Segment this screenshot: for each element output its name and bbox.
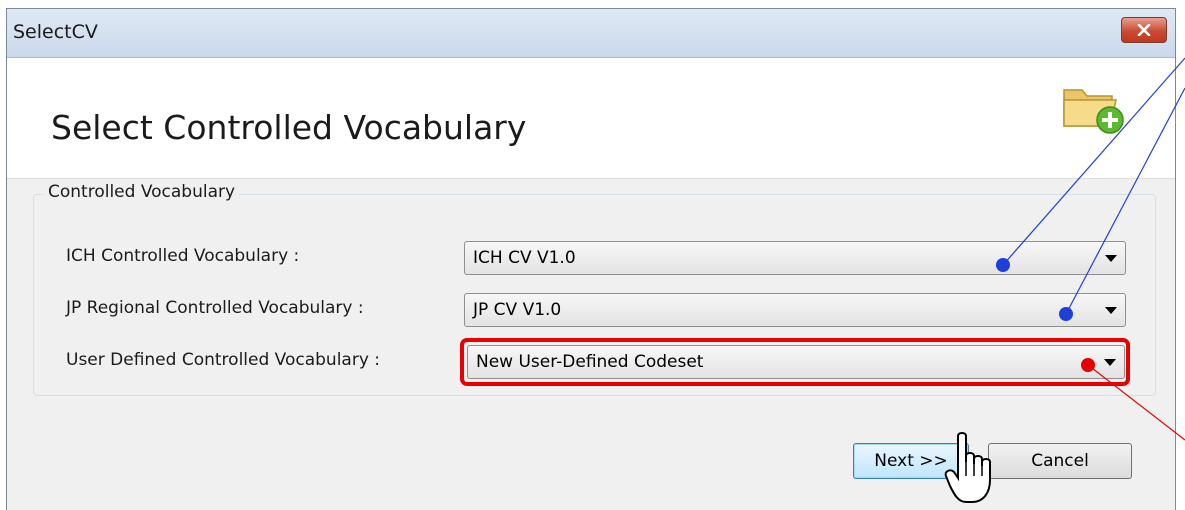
jp-cv-label: JP Regional Controlled Vocabulary :	[66, 298, 364, 318]
dialog-header: Select Controlled Vocabulary	[7, 58, 1175, 179]
chevron-down-icon[interactable]	[1105, 255, 1117, 262]
chevron-down-icon[interactable]	[1105, 307, 1117, 314]
page-title: Select Controlled Vocabulary	[51, 108, 527, 147]
hand-cursor-icon	[944, 432, 991, 503]
jp-cv-select[interactable]: JP CV V1.0	[464, 293, 1126, 327]
highlight-box	[460, 338, 1130, 386]
group-legend: Controlled Vocabulary	[44, 182, 240, 202]
close-icon	[1137, 24, 1151, 36]
title-bar: SelectCV	[7, 9, 1175, 58]
ich-cv-value: ICH CV V1.0	[473, 248, 576, 268]
ich-cv-label: ICH Controlled Vocabulary :	[66, 246, 300, 266]
close-button[interactable]	[1121, 17, 1167, 43]
folder-add-icon	[1063, 89, 1124, 134]
jp-cv-value: JP CV V1.0	[473, 300, 562, 320]
user-cv-label: User Defined Controlled Vocabulary :	[66, 350, 381, 370]
window-title: SelectCV	[13, 21, 98, 43]
cancel-button[interactable]: Cancel	[988, 443, 1132, 479]
ich-cv-select[interactable]: ICH CV V1.0	[464, 241, 1126, 275]
